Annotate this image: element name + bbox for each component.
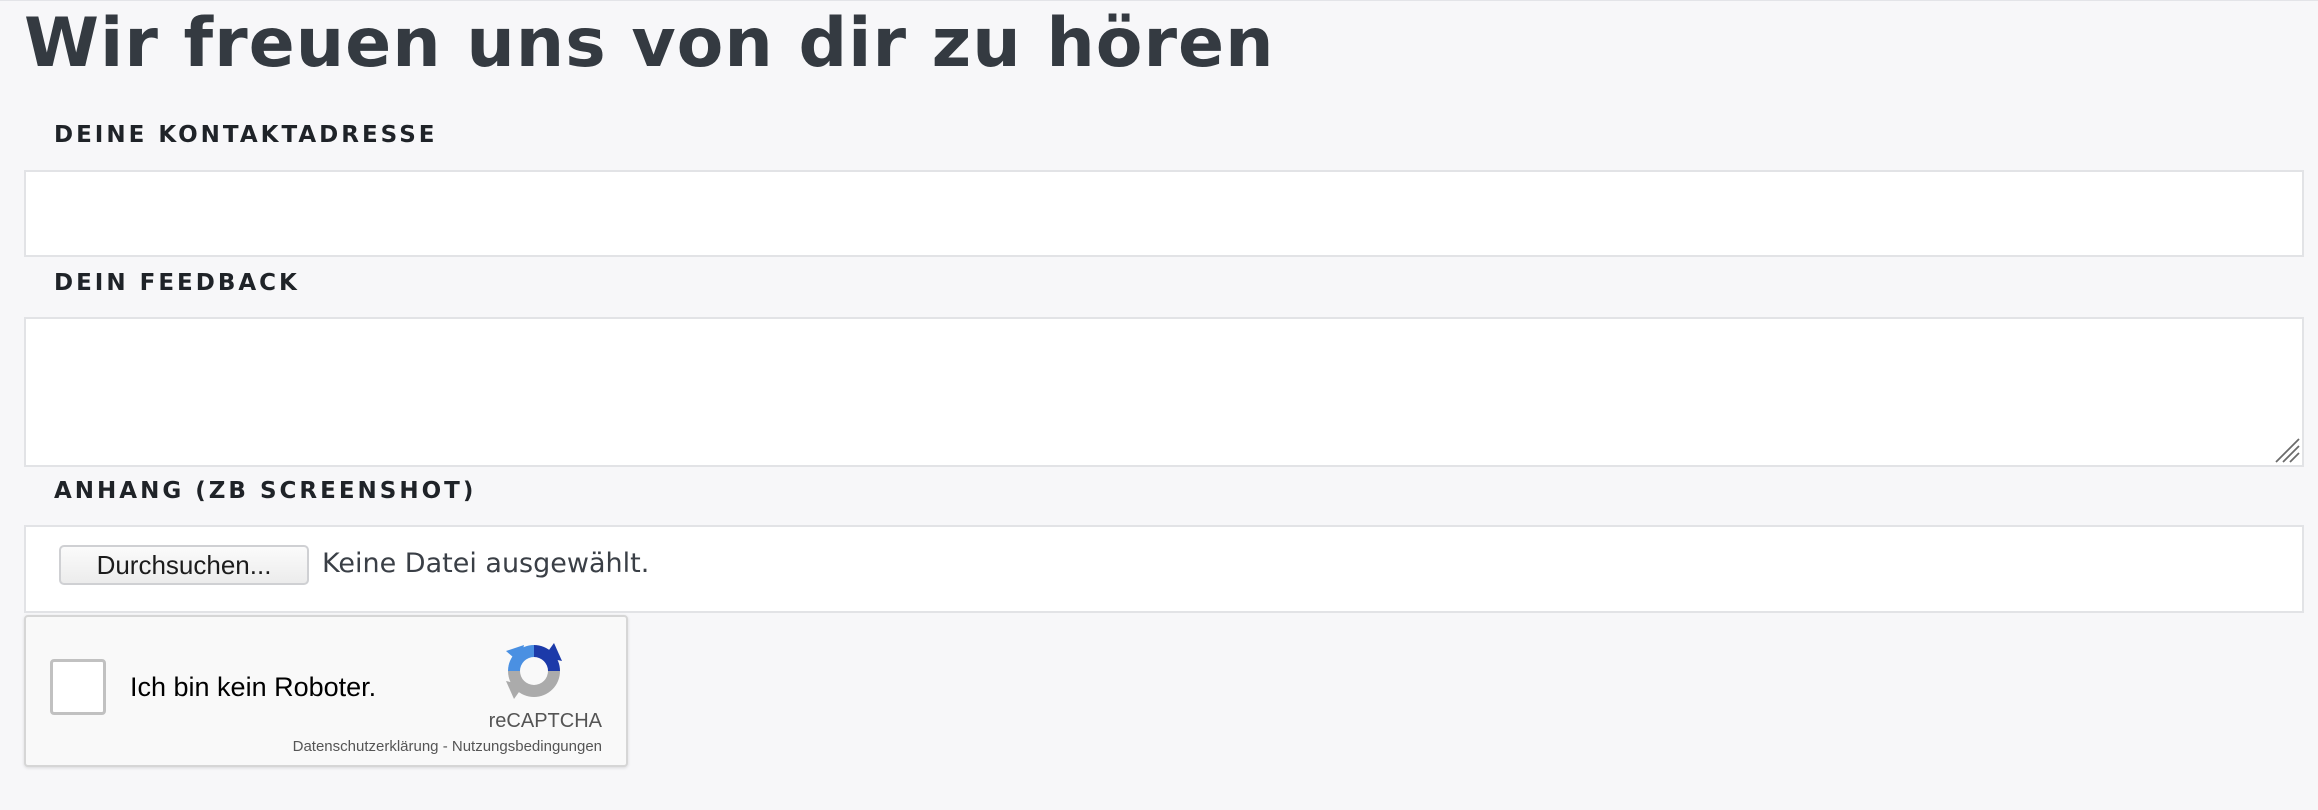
feedback-field[interactable] [24, 317, 2304, 467]
privacy-link[interactable]: Datenschutzerklärung [293, 738, 439, 755]
browse-button[interactable]: Durchsuchen... [59, 545, 309, 585]
recaptcha-checkbox-label: Ich bin kein Roboter. [130, 672, 377, 702]
contact-label: DEINE KONTAKTADRESSE [54, 122, 438, 148]
link-separator: - [438, 738, 452, 755]
resize-grip-icon[interactable] [2274, 437, 2300, 463]
attachment-label: ANHANG (ZB SCREENSHOT) [54, 478, 477, 504]
file-status: Keine Datei ausgewählt. [322, 548, 650, 579]
page-title: Wir freuen uns von dir zu hören [24, 4, 1275, 83]
recaptcha-links: Datenschutzerklärung - Nutzungsbedingung… [293, 737, 602, 757]
recaptcha-brand: reCAPTCHA [488, 710, 602, 732]
terms-link[interactable]: Nutzungsbedingungen [452, 738, 602, 755]
recaptcha-logo-icon [506, 643, 562, 699]
recaptcha-widget: Ich bin kein Roboter. reCAPTCHA Datensch… [24, 615, 628, 767]
feedback-label: DEIN FEEDBACK [54, 270, 300, 296]
contact-input[interactable] [24, 170, 2304, 257]
attachment-field: Durchsuchen... Keine Datei ausgewählt. [24, 525, 2304, 613]
recaptcha-checkbox[interactable] [50, 659, 106, 715]
